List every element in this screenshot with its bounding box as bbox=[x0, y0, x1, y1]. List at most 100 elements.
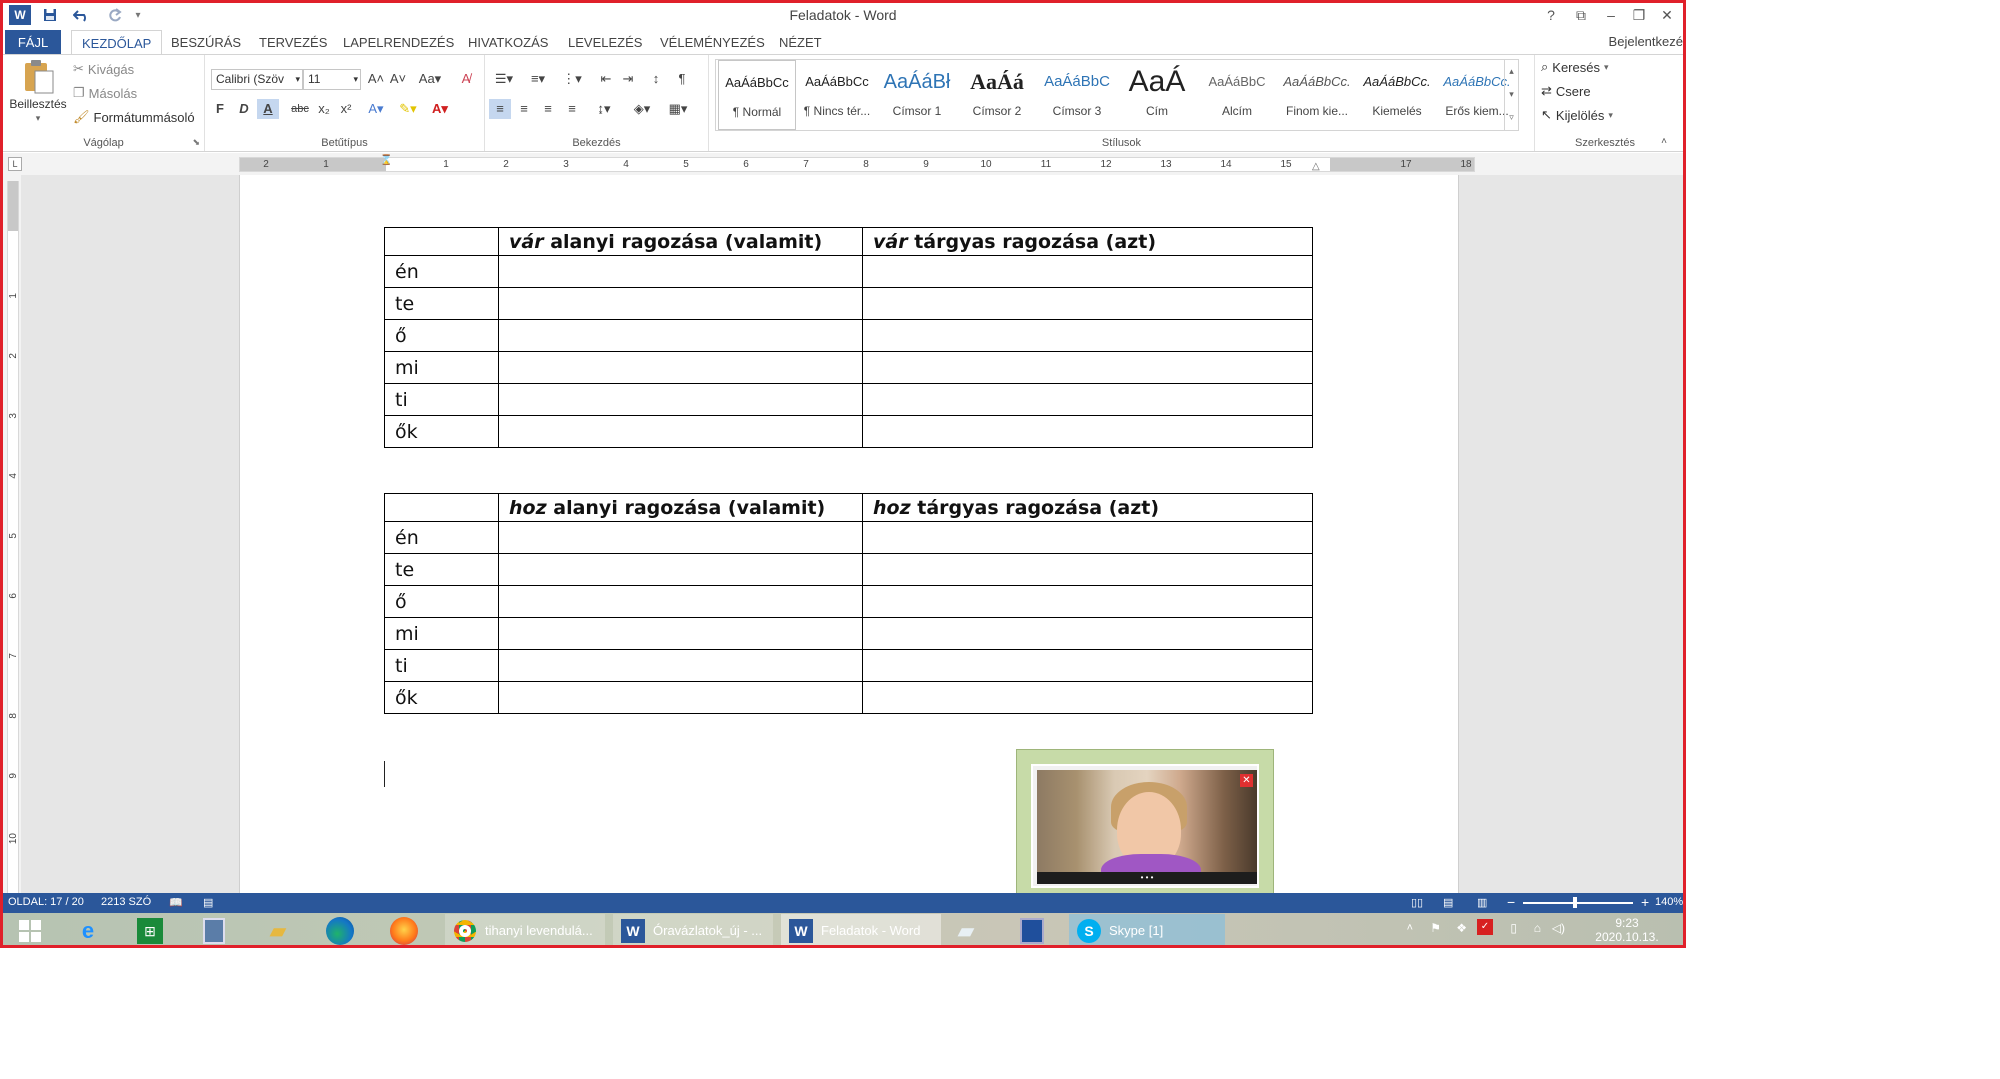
pronoun-cell[interactable]: ti bbox=[384, 383, 499, 416]
paste-dropdown-icon[interactable]: ▾ bbox=[36, 113, 41, 124]
table-cell[interactable] bbox=[498, 287, 863, 320]
pronoun-cell[interactable]: ő bbox=[384, 585, 499, 618]
style-heading-3[interactable]: AaÁáBbC Címsor 3 bbox=[1038, 60, 1116, 130]
macro-icon[interactable]: ▤ bbox=[203, 896, 213, 909]
table-header-cell[interactable]: vár tárgyas ragozása (azt) bbox=[862, 227, 1313, 256]
collapse-ribbon-icon[interactable]: ˄ bbox=[1661, 136, 1667, 147]
print-layout-icon[interactable]: ▤ bbox=[1443, 896, 1453, 909]
table-cell[interactable] bbox=[862, 287, 1313, 320]
more-styles-icon[interactable]: ▿ bbox=[1505, 106, 1518, 129]
clear-formatting-icon[interactable]: A̸ bbox=[455, 69, 477, 89]
table-cell[interactable] bbox=[862, 521, 1313, 554]
underline-button[interactable]: A bbox=[257, 99, 279, 119]
page-count[interactable]: OLDAL: 17 / 20 bbox=[8, 896, 84, 908]
style-heading-1[interactable]: AaÁáBł Címsor 1 bbox=[878, 60, 956, 130]
minimize-button[interactable]: – bbox=[1599, 5, 1623, 25]
zoom-slider[interactable] bbox=[1523, 902, 1633, 904]
italic-button[interactable]: D bbox=[233, 99, 255, 119]
close-button[interactable]: ✕ bbox=[1655, 5, 1679, 25]
tab-design[interactable]: TERVEZÉS bbox=[249, 30, 337, 55]
table-header-cell[interactable]: vár alanyi ragozása (valamit) bbox=[498, 227, 863, 256]
replace-button[interactable]: ⇄ Csere bbox=[1541, 83, 1591, 99]
change-case-icon[interactable]: Aa▾ bbox=[415, 69, 445, 89]
taskbar-app-chrome[interactable]: tihanyi levendulá... bbox=[445, 914, 605, 945]
sort-icon[interactable]: ↕ bbox=[645, 69, 667, 89]
tab-mailings[interactable]: LEVELEZÉS bbox=[558, 30, 652, 55]
table-cell[interactable] bbox=[498, 415, 863, 448]
style-emphasis[interactable]: AaÁáBbCc. Kiemelés bbox=[1358, 60, 1436, 130]
style-subtle-emphasis[interactable]: AaÁáBbCc. Finom kie... bbox=[1278, 60, 1356, 130]
network-icon[interactable]: ⌂ bbox=[1534, 921, 1541, 935]
multilevel-list-icon[interactable]: ⋮▾ bbox=[557, 69, 587, 89]
taskbar-app-skype[interactable]: S Skype [1] bbox=[1069, 914, 1225, 945]
table-cell[interactable] bbox=[498, 617, 863, 650]
table-cell[interactable] bbox=[498, 681, 863, 714]
taskbar-app-word-oravazlatok[interactable]: W Óravázlatok_új - ... bbox=[613, 914, 773, 945]
zoom-in-button[interactable]: + bbox=[1641, 894, 1649, 910]
store-icon[interactable]: ⊞ bbox=[127, 914, 173, 945]
cut-button[interactable]: ✂ Kivágás bbox=[73, 61, 134, 77]
zoom-level[interactable]: 140% bbox=[1655, 896, 1683, 908]
table-cell[interactable] bbox=[862, 649, 1313, 682]
style-title[interactable]: AaÁ Cím bbox=[1118, 60, 1196, 130]
proofing-icon[interactable]: 📖 bbox=[169, 896, 183, 909]
table-cell[interactable] bbox=[498, 649, 863, 682]
restore-button[interactable]: ❐ bbox=[1627, 5, 1651, 25]
help-button[interactable]: ? bbox=[1539, 5, 1563, 25]
antivirus-icon[interactable]: ✓ bbox=[1477, 919, 1493, 935]
format-painter-button[interactable]: 🖌 Formátummásoló bbox=[73, 109, 195, 125]
style-no-spacing[interactable]: AaÁáBbCc ¶ Nincs tér... bbox=[798, 60, 876, 130]
firefox-icon[interactable] bbox=[381, 914, 427, 945]
right-indent-marker-icon[interactable]: △ bbox=[1312, 161, 1320, 172]
tab-insert[interactable]: BESZÚRÁS bbox=[161, 30, 251, 55]
font-size-select[interactable]: 11 ▾ bbox=[303, 69, 361, 90]
table-cell[interactable] bbox=[862, 383, 1313, 416]
shading-icon[interactable]: ◈▾ bbox=[627, 99, 657, 119]
show-hidden-icons-icon[interactable]: ˄ bbox=[1407, 922, 1413, 934]
justify-icon[interactable]: ≡ bbox=[561, 99, 583, 119]
decrease-indent-icon[interactable]: ⇤ bbox=[595, 69, 617, 89]
zoom-out-button[interactable]: − bbox=[1507, 894, 1515, 910]
table-cell[interactable] bbox=[862, 415, 1313, 448]
pronoun-cell[interactable]: ti bbox=[384, 649, 499, 682]
tab-references[interactable]: HIVATKOZÁS bbox=[458, 30, 558, 55]
highlight-icon[interactable]: ✎▾ bbox=[397, 99, 419, 119]
table-cell[interactable] bbox=[498, 383, 863, 416]
increase-indent-icon[interactable]: ⇥ bbox=[617, 69, 639, 89]
internet-explorer-icon[interactable]: e bbox=[65, 914, 111, 945]
tab-layout[interactable]: LAPELRENDEZÉS bbox=[333, 30, 464, 55]
font-color-icon[interactable]: A▾ bbox=[429, 99, 451, 119]
pronoun-cell[interactable]: mi bbox=[384, 617, 499, 650]
style-subtitle[interactable]: AaÁáBbC Alcím bbox=[1198, 60, 1276, 130]
table-cell[interactable] bbox=[498, 255, 863, 288]
pronoun-cell[interactable]: mi bbox=[384, 351, 499, 384]
word-count[interactable]: 2213 SZÓ bbox=[101, 896, 151, 908]
table-header-cell[interactable]: hoz tárgyas ragozása (azt) bbox=[862, 493, 1313, 522]
video-controls[interactable]: • • • bbox=[1037, 872, 1257, 884]
table-header-cell[interactable]: hoz alanyi ragozása (valamit) bbox=[498, 493, 863, 522]
dropbox-icon[interactable]: ❖ bbox=[1456, 921, 1467, 935]
line-spacing-icon[interactable]: ↨▾ bbox=[589, 99, 619, 119]
copy-button[interactable]: ❐ Másolás bbox=[73, 85, 137, 101]
clipboard-launcher-icon[interactable]: ⬊ bbox=[192, 137, 200, 148]
pronoun-cell[interactable]: ők bbox=[384, 681, 499, 714]
pronoun-cell[interactable]: ők bbox=[384, 415, 499, 448]
calculator-icon[interactable] bbox=[191, 914, 237, 945]
document-page[interactable]: vár alanyi ragozása (valamit) vár tárgya… bbox=[239, 175, 1459, 893]
table-cell[interactable] bbox=[498, 521, 863, 554]
ribbon-display-options-button[interactable]: ⧉ bbox=[1569, 5, 1593, 25]
find-button[interactable]: ⌕ Keresés ▾ bbox=[1541, 59, 1609, 75]
table-cell[interactable] bbox=[862, 351, 1313, 384]
clock[interactable]: 9:23 2020.10.13. bbox=[1587, 916, 1667, 944]
strikethrough-button[interactable]: abc bbox=[289, 99, 311, 119]
styles-scroll[interactable]: ▴ ▾ ▿ bbox=[1504, 60, 1518, 130]
text-effects-icon[interactable]: A▾ bbox=[365, 99, 387, 119]
align-right-icon[interactable]: ≡ bbox=[537, 99, 559, 119]
flag-icon[interactable]: ⚑ bbox=[1430, 921, 1441, 935]
align-left-icon[interactable]: ≡ bbox=[489, 99, 511, 119]
bold-button[interactable]: F bbox=[209, 99, 231, 119]
battery-icon[interactable]: ▯ bbox=[1510, 921, 1517, 935]
table-cell[interactable] bbox=[862, 585, 1313, 618]
tab-file[interactable]: FÁJL bbox=[5, 30, 61, 55]
read-mode-icon[interactable]: ▯▯ bbox=[1411, 896, 1423, 909]
